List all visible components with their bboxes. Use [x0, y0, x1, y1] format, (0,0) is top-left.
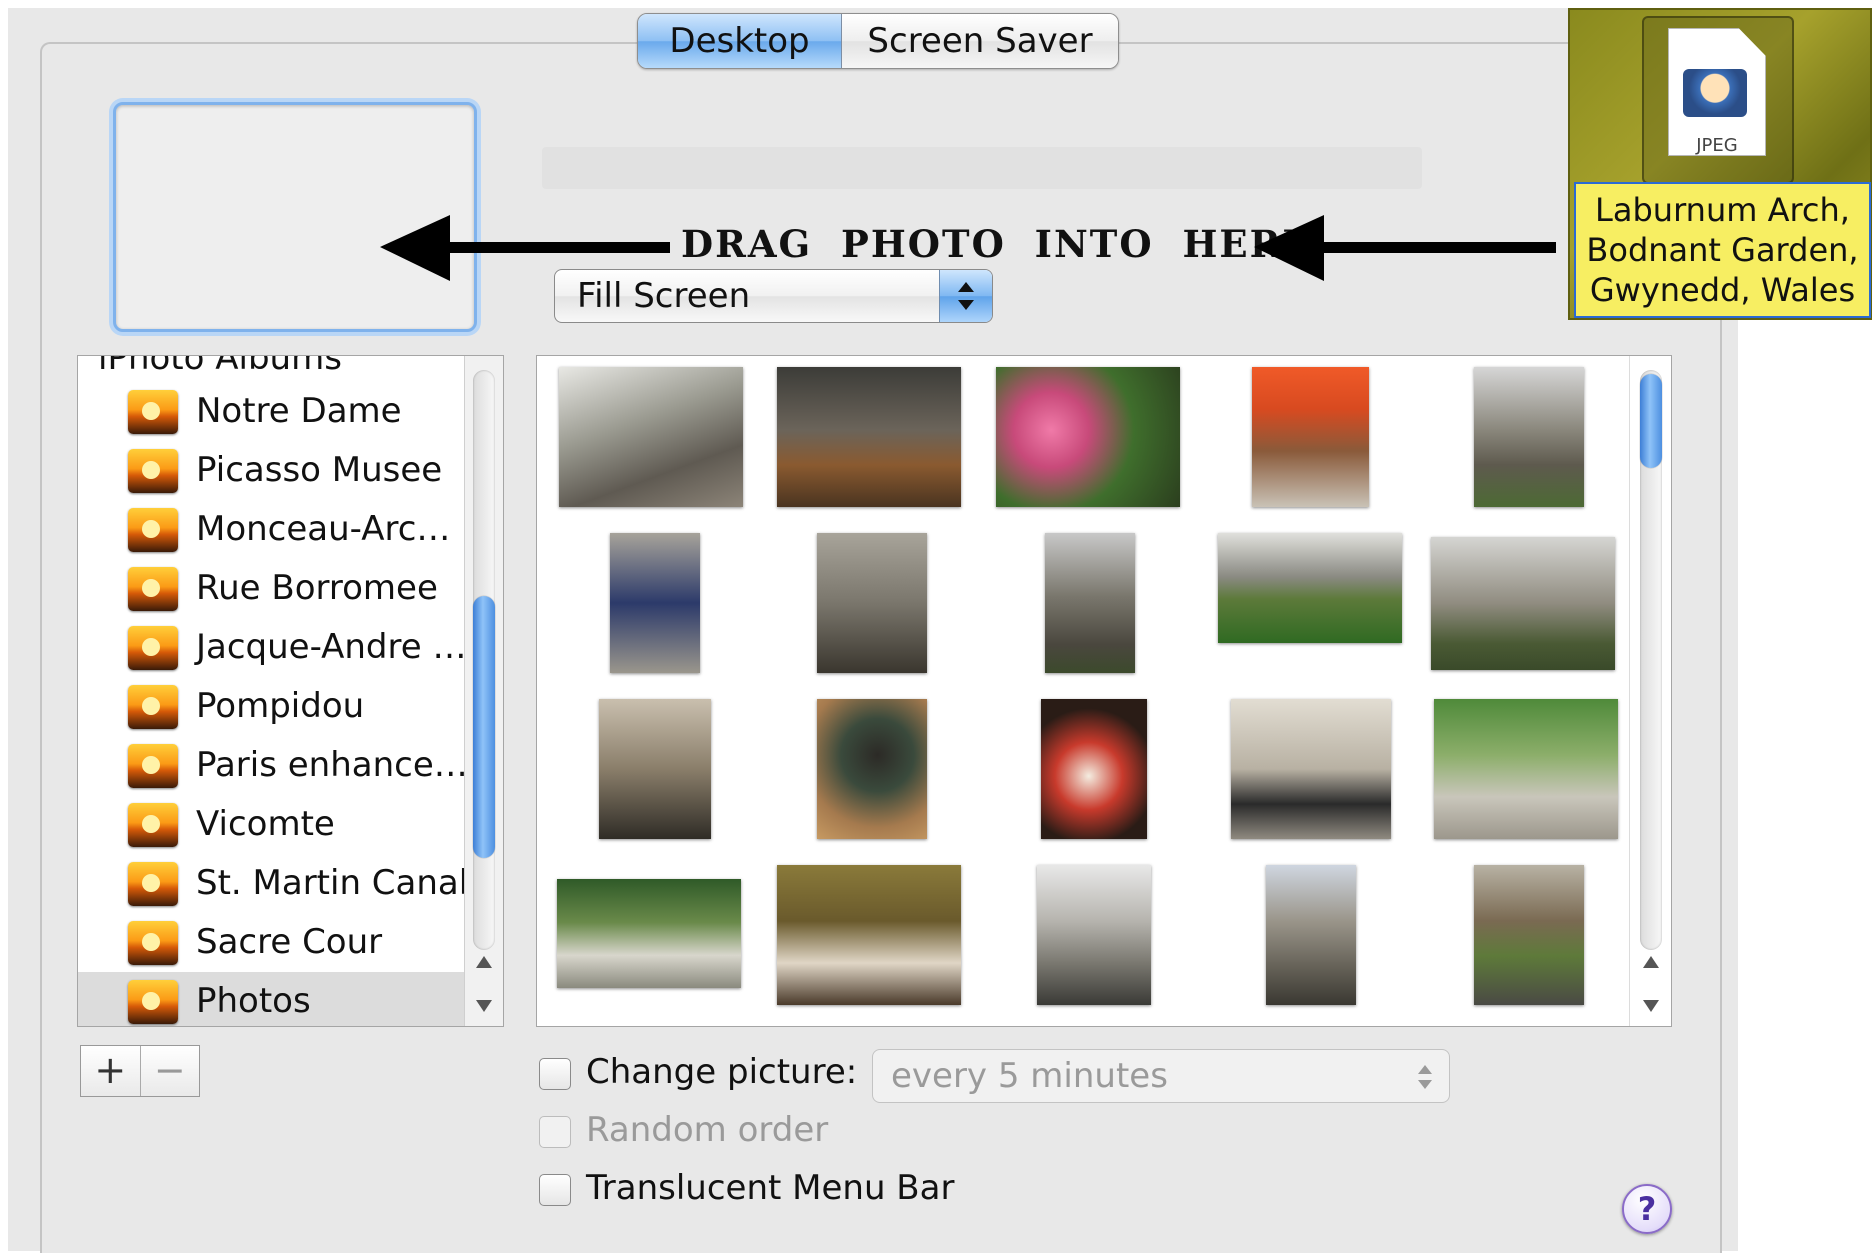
photo-thumbnail[interactable] [817, 533, 927, 673]
album-icon [128, 862, 178, 906]
album-item[interactable]: St. Martin Canal [78, 854, 468, 913]
album-label: Rue Borromee [196, 568, 438, 608]
add-remove-buttons: + − [80, 1045, 200, 1097]
album-icon [128, 449, 178, 493]
jpeg-file-icon: JPEG [1668, 28, 1766, 156]
photo-thumbnail[interactable] [1434, 699, 1618, 839]
help-button[interactable]: ? [1622, 1184, 1672, 1234]
tab-screen-saver[interactable]: Screen Saver [842, 14, 1118, 68]
file-name-label: Laburnum Arch, Bodnant Garden, Gwynedd, … [1574, 182, 1871, 318]
photo-thumbnail[interactable] [1474, 367, 1584, 507]
picture-name-bar [542, 147, 1422, 189]
add-folder-button[interactable]: + [81, 1046, 141, 1096]
remove-folder-button[interactable]: − [141, 1046, 200, 1096]
album-icon [128, 921, 178, 965]
album-icon [128, 508, 178, 552]
file-type-label: JPEG [1696, 135, 1738, 156]
album-icon [128, 390, 178, 434]
photo-thumbnail[interactable] [599, 699, 711, 839]
random-order-label: Random order [586, 1110, 829, 1150]
popup-arrows-icon [939, 270, 992, 322]
photo-thumbnail[interactable] [1431, 537, 1615, 670]
album-item[interactable]: Vicomte [78, 795, 464, 854]
translucent-menu-bar-label: Translucent Menu Bar [586, 1168, 955, 1208]
drag-instruction-text: DRAG PHOTO INTO HERE [681, 222, 1313, 266]
album-item[interactable]: Notre Dame [78, 382, 464, 441]
album-scrollbar[interactable] [464, 356, 503, 1026]
album-label: Monceau-Arc… [196, 509, 451, 549]
album-label: Photos [196, 981, 311, 1021]
album-label: Notre Dame [196, 391, 402, 431]
photos-icon [128, 980, 178, 1024]
album-icon [128, 567, 178, 611]
album-label: Pompidou [196, 686, 365, 726]
iphoto-albums-header[interactable]: iPhoto Albums [98, 356, 342, 378]
translucent-menu-bar-checkbox[interactable] [539, 1174, 571, 1206]
album-icon [128, 744, 178, 788]
file-icon-selection: JPEG [1642, 16, 1794, 184]
photo-thumbnail[interactable] [1218, 533, 1402, 643]
album-item[interactable]: Sacre Cour [78, 913, 464, 972]
photo-thumbnail[interactable] [610, 533, 700, 673]
photo-thumbnail[interactable] [1266, 865, 1356, 1005]
photo-thumbnail[interactable] [1231, 699, 1391, 839]
photo-grid [536, 355, 1672, 1027]
random-order-checkbox[interactable] [539, 1116, 571, 1148]
tab-desktop[interactable]: Desktop [638, 14, 842, 68]
photo-thumbnail[interactable] [817, 699, 927, 839]
photo-thumbnail[interactable] [557, 879, 741, 988]
photo-thumbnail[interactable] [1041, 699, 1147, 839]
scroll-down-arrow-icon[interactable] [476, 1000, 492, 1012]
picture-fit-value: Fill Screen [577, 276, 751, 316]
change-interval-popup[interactable]: every 5 minutes [872, 1049, 1450, 1103]
album-label: Sacre Cour [196, 922, 383, 962]
album-label: Vicomte [196, 804, 335, 844]
album-icon [128, 803, 178, 847]
album-item[interactable]: Jacque-Andre … [78, 618, 467, 677]
left-arrow-icon [1254, 215, 1556, 281]
change-picture-checkbox[interactable] [539, 1058, 571, 1090]
popup-arrows-icon [1418, 1065, 1432, 1089]
album-icon [128, 685, 178, 729]
file-name-line: Bodnant Garden, [1586, 231, 1859, 269]
photo-thumbnail[interactable] [1474, 865, 1584, 1005]
photo-thumbnail[interactable] [1252, 367, 1369, 507]
album-icon [128, 626, 178, 670]
change-picture-label: Change picture: [586, 1052, 858, 1092]
desktop-file-item[interactable]: JPEG Laburnum Arch, Bodnant Garden, Gwyn… [1568, 8, 1872, 320]
album-label: Jacque-Andre … [196, 627, 467, 667]
photo-thumbnail[interactable] [996, 367, 1180, 507]
album-item[interactable]: Picasso Musee [78, 441, 464, 500]
scroll-up-arrow-icon[interactable] [1643, 956, 1659, 968]
album-item[interactable]: Monceau-Arc… [78, 500, 464, 559]
album-label: St. Martin Canal [196, 863, 469, 903]
scroll-thumb[interactable] [1640, 374, 1662, 468]
album-source-list: iPhoto Albums Notre Dame Picasso Musee M… [77, 355, 504, 1027]
picture-fit-popup[interactable]: Fill Screen [554, 269, 993, 323]
file-name-line: Gwynedd, Wales [1589, 271, 1856, 309]
change-interval-value: every 5 minutes [891, 1056, 1168, 1096]
photo-thumbnail[interactable] [559, 367, 743, 507]
album-item[interactable]: Rue Borromee [78, 559, 464, 618]
scroll-thumb[interactable] [473, 596, 495, 858]
photo-thumbnail[interactable] [777, 367, 961, 507]
album-item[interactable]: Pompidou [78, 677, 464, 736]
scroll-down-arrow-icon[interactable] [1643, 1000, 1659, 1012]
album-label: Paris enhance… [196, 745, 468, 785]
preview-art-icon [1683, 69, 1747, 117]
photo-thumbnail[interactable] [1037, 865, 1151, 1005]
scroll-up-arrow-icon[interactable] [476, 956, 492, 968]
photo-thumbnail[interactable] [777, 865, 961, 1005]
photo-thumbnail[interactable] [1045, 533, 1135, 673]
photo-scrollbar[interactable] [1629, 356, 1671, 1026]
album-item-selected[interactable]: Photos [78, 972, 464, 1026]
tab-bar: Desktop Screen Saver [637, 13, 1119, 69]
file-name-line: Laburnum Arch, [1595, 191, 1850, 229]
album-item[interactable]: Paris enhance… [78, 736, 468, 795]
album-label: Picasso Musee [196, 450, 443, 490]
